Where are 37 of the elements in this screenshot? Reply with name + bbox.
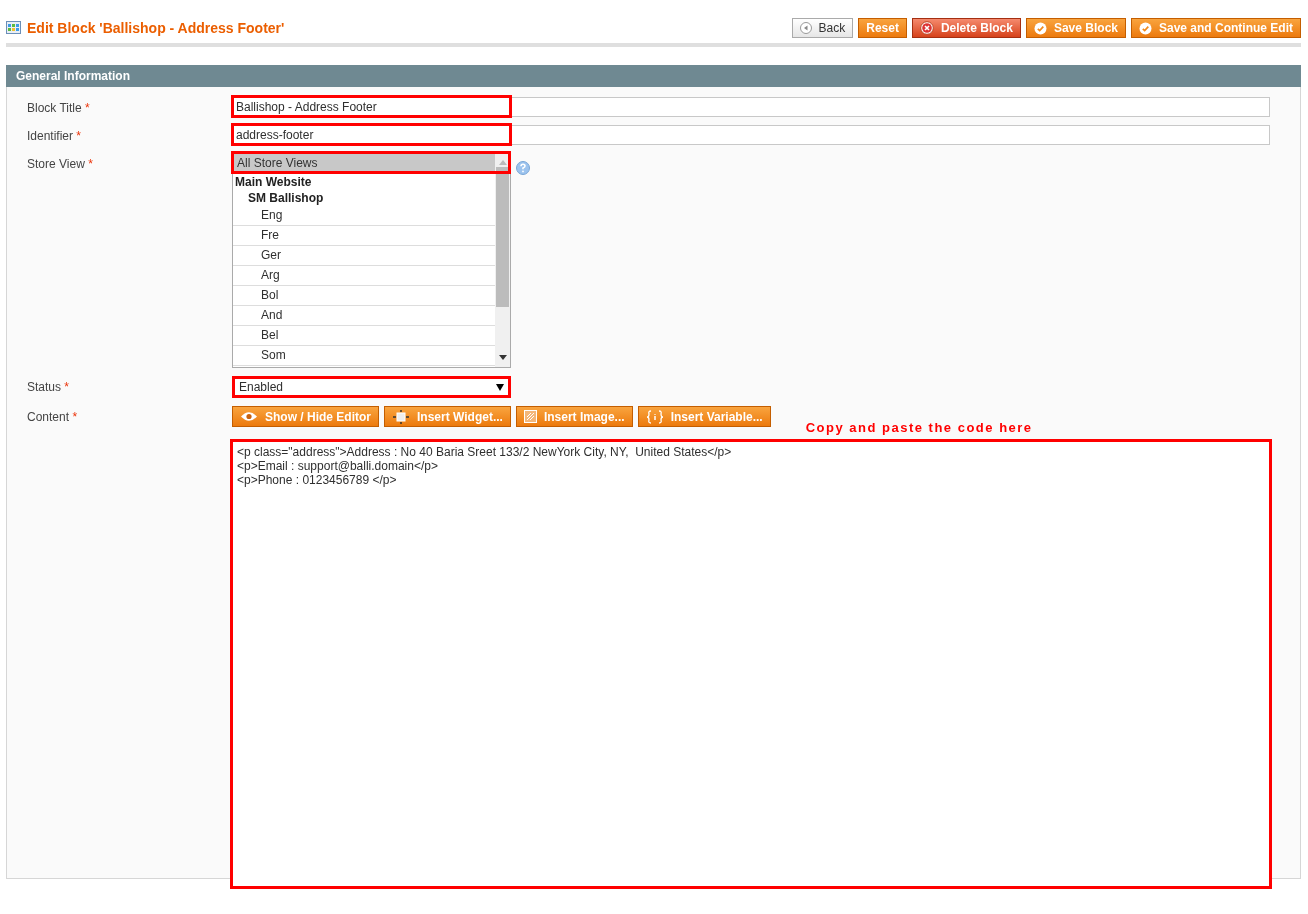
store-view-list[interactable]: All Store Views Main Website SM Ballishop Eng Fre Ger Arg Bol And Bel Som [232, 153, 511, 368]
list-option[interactable]: Arg [233, 266, 495, 286]
list-option[interactable]: Bel [233, 326, 495, 346]
image-icon [523, 410, 537, 423]
checkmark-icon [1033, 21, 1047, 35]
braces-icon [645, 409, 664, 424]
close-icon [919, 21, 934, 35]
option-group-label: Main Website [234, 174, 313, 190]
grid-icon [6, 21, 21, 34]
text-field[interactable]: Ballishop - Address Footer [232, 97, 1270, 117]
list-option[interactable]: Eng [233, 206, 495, 226]
status-select[interactable]: Enabled [232, 376, 511, 398]
eye-icon [240, 411, 258, 422]
widget-icon [392, 409, 410, 424]
field-label: Content * [27, 409, 79, 426]
field-label: Status * [27, 379, 71, 396]
scrollbar-thumb[interactable] [496, 167, 509, 307]
back-button[interactable]: Back [791, 18, 854, 38]
page-title: Edit Block 'Ballishop - Address Footer' [27, 19, 285, 36]
checkmark-icon [1139, 21, 1152, 35]
list-option[interactable]: Ger [233, 246, 495, 266]
annotation-note: Copy and paste the code here [805, 420, 1033, 435]
dropdown-arrow-icon [496, 383, 504, 391]
section-header: General Information [6, 65, 1301, 87]
code-editor[interactable]: <p class="address">Address : No 40 Baria Sreet 133/2 NewYork City, NY, United States</p> <p>Email : support@balli.domain</p> <p>Phone : 0123456789 </p> [230, 439, 1272, 889]
field-label: Store View * [27, 156, 94, 173]
list-option[interactable]: Som [233, 346, 495, 366]
field-label: Identifier * [27, 128, 83, 145]
scroll-up-icon[interactable] [498, 159, 507, 165]
list-option[interactable]: Bol [233, 286, 495, 306]
help-icon[interactable] [516, 161, 530, 175]
option-group-label: SM Ballishop [247, 190, 325, 206]
list-option[interactable]: Fre [233, 226, 495, 246]
scroll-down-icon[interactable] [498, 355, 507, 361]
text-field[interactable]: address-footer [232, 125, 1270, 145]
list-option[interactable]: And [233, 306, 495, 326]
field-label: Block Title * [27, 100, 91, 117]
